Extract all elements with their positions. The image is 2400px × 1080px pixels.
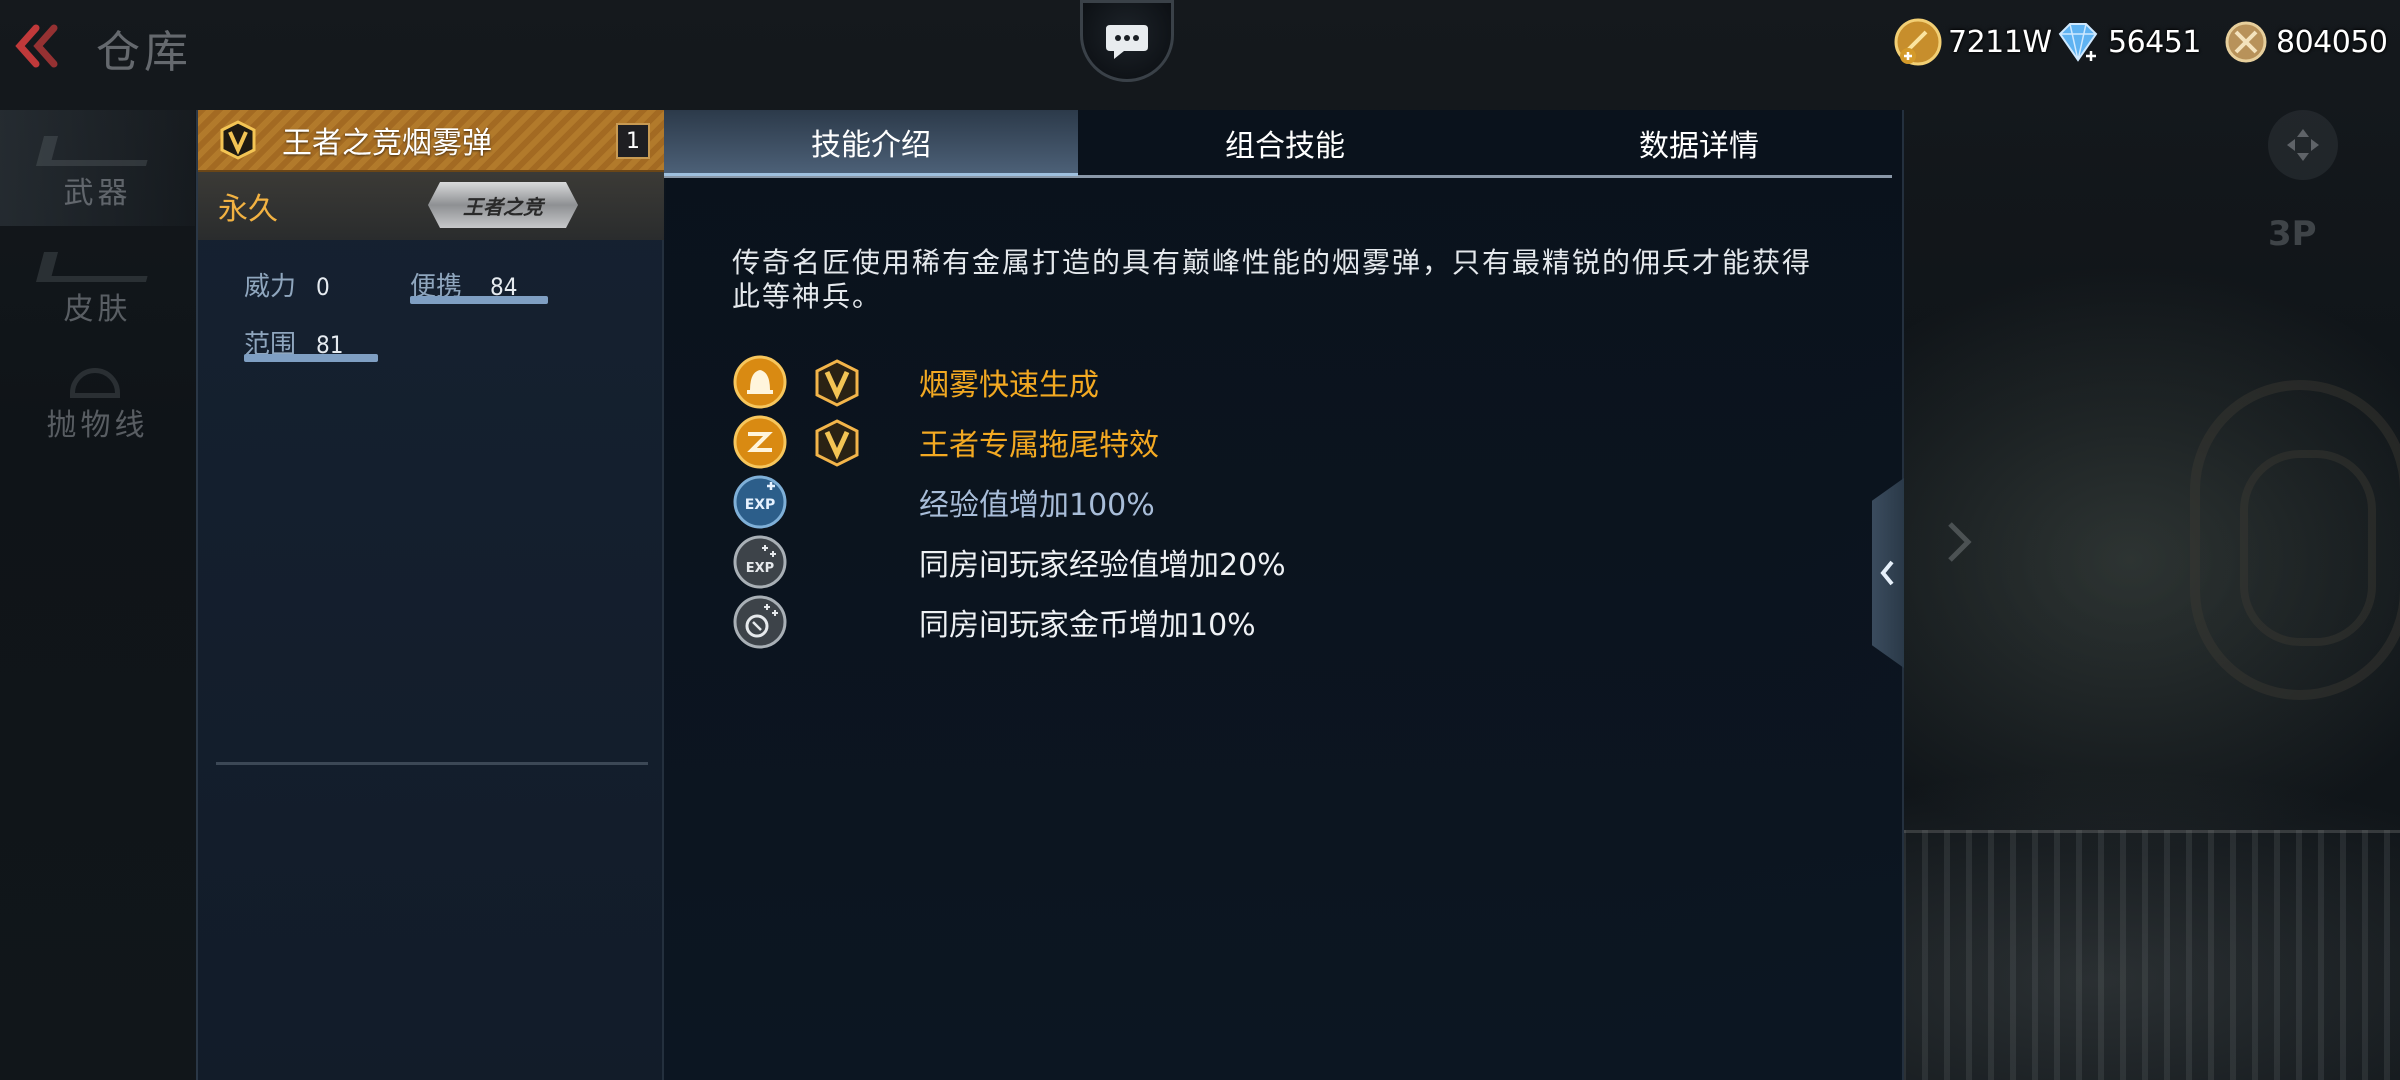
dpad-icon xyxy=(2287,129,2319,161)
item-subheader: 永久 王者之竞 xyxy=(198,172,666,240)
top-bar: 仓库 7211W 56451 804050 xyxy=(0,0,2400,90)
item-panel: 王者之竞烟雾弹 1 永久 王者之竞 威力 0 便携 84 范围 81 xyxy=(196,110,666,1080)
skill-text: 王者专属拖尾特效 xyxy=(919,428,1159,463)
sidebar-item-trajectory[interactable]: 抛物线 xyxy=(0,342,195,458)
room-coin-icon xyxy=(733,595,787,649)
currency-medal[interactable]: 804050 xyxy=(2220,14,2388,70)
gold-coin-plus-icon xyxy=(1894,18,1942,66)
tab-skill-intro[interactable]: 技能介绍 xyxy=(664,110,1078,176)
tab-bar: 技能介绍 组合技能 数据详情 xyxy=(664,110,1892,178)
camera-rotate-button[interactable] xyxy=(2268,110,2338,180)
view-toggle-3p[interactable]: 3P xyxy=(2268,214,2317,254)
sidebar-item-label: 抛物线 xyxy=(46,408,149,443)
sidebar-item-label: 武器 xyxy=(63,176,132,211)
currency-diamond[interactable]: 56451 xyxy=(2052,14,2201,70)
stat-power: 威力 0 xyxy=(244,266,330,303)
king-v-icon xyxy=(815,359,859,407)
crossed-medal-icon xyxy=(2225,21,2267,63)
detail-panel: 技能介绍 组合技能 数据详情 传奇名匠使用稀有金属打造的具有巅峰性能的烟雾弹，只… xyxy=(664,110,1904,1080)
room-exp-icon: EXP xyxy=(733,535,787,589)
background-target xyxy=(2190,380,2400,700)
tab-combo-skills[interactable]: 组合技能 xyxy=(1078,110,1492,176)
page-title: 仓库 xyxy=(96,27,192,78)
skill-text: 同房间玩家经验值增加20% xyxy=(919,548,1286,583)
skill-row: EXP 同房间玩家经验值增加20% xyxy=(732,534,1832,590)
chevron-right-icon xyxy=(1948,522,1972,562)
item-count: 1 xyxy=(616,123,650,159)
collapse-panel-tab[interactable] xyxy=(1872,478,1904,668)
skill-row: EXP 经验值增加100% xyxy=(732,474,1832,530)
chat-bubble-icon xyxy=(1106,25,1148,59)
grenade-icon xyxy=(70,368,120,398)
stat-label: 威力 xyxy=(244,272,297,302)
background-floor xyxy=(1900,830,2400,1080)
gold-value: 7211W xyxy=(1948,24,2052,60)
sidebar-item-skins[interactable]: 皮肤 xyxy=(0,226,195,342)
item-description: 传奇名匠使用稀有金属打造的具有巅峰性能的烟雾弹，只有最精锐的佣兵才能获得此等神兵… xyxy=(732,246,1813,313)
sidebar: 武器 皮肤 抛物线 xyxy=(0,110,195,458)
diamond-plus-icon xyxy=(2058,23,2098,62)
divider xyxy=(216,762,648,765)
king-v-icon xyxy=(220,120,256,160)
skill-text: 经验值增加100% xyxy=(919,488,1155,523)
stat-value: 0 xyxy=(316,273,330,301)
currency-gold[interactable]: 7211W xyxy=(1892,14,2052,70)
chevron-left-icon xyxy=(1880,560,1894,586)
skill-row: 烟雾快速生成 xyxy=(732,354,1832,410)
skill-text: 同房间玩家金币增加10% xyxy=(919,608,1256,643)
item-name: 王者之竞烟雾弹 xyxy=(282,126,492,161)
stat-bar-portability xyxy=(410,296,548,304)
chat-button[interactable] xyxy=(1080,0,1174,82)
svg-text:EXP: EXP xyxy=(746,561,774,576)
double-chevron-left-icon xyxy=(15,24,58,68)
svg-text:EXP: EXP xyxy=(745,497,776,513)
sidebar-item-label: 皮肤 xyxy=(63,292,132,327)
back-button[interactable] xyxy=(12,18,72,74)
exp-plus-icon: EXP xyxy=(733,475,787,529)
item-duration: 永久 xyxy=(218,192,278,227)
skill-row: 同房间玩家金币增加10% xyxy=(732,594,1832,650)
skill-row: 王者专属拖尾特效 xyxy=(732,414,1832,470)
tab-data-details[interactable]: 数据详情 xyxy=(1492,110,1906,176)
item-header: 王者之竞烟雾弹 1 xyxy=(198,110,666,172)
stat-bar-range xyxy=(244,354,378,362)
king-v-icon xyxy=(815,419,859,467)
rifle-icon xyxy=(35,252,155,282)
smoke-bell-icon xyxy=(733,355,787,409)
rifle-icon xyxy=(35,136,155,166)
skill-text: 烟雾快速生成 xyxy=(919,368,1099,403)
medal-value: 804050 xyxy=(2276,24,2388,60)
diamond-value: 56451 xyxy=(2108,24,2201,60)
trail-effect-icon xyxy=(733,415,787,469)
king-series-badge: 王者之竞 xyxy=(428,182,578,228)
sidebar-item-weapons[interactable]: 武器 xyxy=(0,110,195,226)
